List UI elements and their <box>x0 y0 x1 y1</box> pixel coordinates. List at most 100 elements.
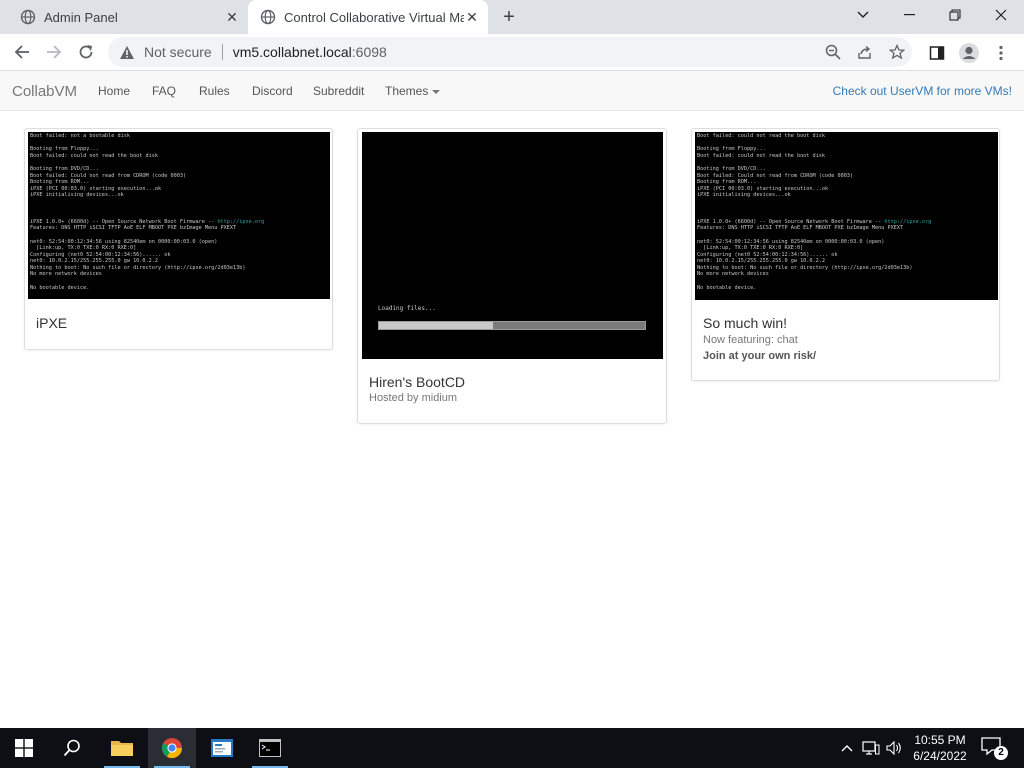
terminal-line: iPXE (PCI 00:03.0) starting execution...… <box>30 185 162 192</box>
close-icon[interactable]: ✕ <box>224 9 240 25</box>
taskbar-app-window[interactable] <box>198 728 246 768</box>
share-icon[interactable] <box>856 43 874 61</box>
vm-screen-thumbnail[interactable]: Loading files... <box>362 132 663 359</box>
clock-time: 10:55 PM <box>914 733 966 747</box>
nav-link-faq[interactable]: FAQ <box>152 84 176 98</box>
nav-link-discord[interactable]: Discord <box>252 84 293 98</box>
taskbar-clock[interactable]: 10:55 PM 6/24/2022 <box>906 732 974 764</box>
minimize-icon <box>903 14 915 16</box>
chevron-down-icon <box>857 11 869 18</box>
vm-card-so-much-win[interactable]: Boot failed: could not read the boot dis… <box>691 128 1000 381</box>
terminal-line: Features: DNS HTTP iSCSI TFTP AoE ELF MB… <box>30 225 237 232</box>
terminal-line: net0: 10.0.2.15/255.255.255.0 gw 10.0.2.… <box>697 258 826 265</box>
terminal-line: No bootable device. <box>697 284 757 291</box>
window-close-button[interactable] <box>978 0 1024 30</box>
vm-name: iPXE <box>36 315 68 331</box>
terminal-line: iPXE initialising devices...ok <box>30 192 124 199</box>
terminal-line: iPXE 1.0.0+ (6600d) -- Open Source Netwo… <box>30 218 265 225</box>
arrow-left-icon <box>14 45 29 59</box>
taskbar-command-prompt[interactable] <box>246 728 294 768</box>
nav-link-subreddit[interactable]: Subreddit <box>313 84 364 98</box>
nav-link-home[interactable]: Home <box>98 84 130 98</box>
reload-button[interactable] <box>72 38 100 66</box>
tab-title: Admin Panel <box>44 9 118 25</box>
star-icon[interactable] <box>888 43 906 61</box>
vm-screen-thumbnail[interactable]: Boot failed: not a bootable disk Booting … <box>28 132 330 299</box>
terminal-line: iPXE (PCI 00:03.0) starting execution...… <box>697 185 829 192</box>
tab-search-button[interactable] <box>840 0 886 30</box>
site-navbar: CollabVM Home FAQ Rules Discord Subreddi… <box>0 71 1024 111</box>
restore-button[interactable] <box>932 0 978 30</box>
terminal-line: iPXE initialising devices...ok <box>697 192 791 199</box>
vm-warning-text: Join at your own risk/ <box>703 350 817 362</box>
minimize-button[interactable] <box>886 0 932 30</box>
restore-icon <box>949 9 961 21</box>
vm-screen-thumbnail[interactable]: Boot failed: could not read the boot dis… <box>695 132 998 300</box>
brand-link[interactable]: CollabVM <box>12 83 77 100</box>
security-label: Not secure <box>144 44 212 60</box>
tab-admin-panel[interactable]: Admin Panel ✕ <box>0 0 248 34</box>
reload-icon <box>79 45 93 59</box>
nav-themes-dropdown[interactable]: Themes <box>385 84 441 98</box>
tab-collabvm[interactable]: Control Collaborative Virtual Ma ✕ <box>248 0 488 34</box>
more-menu-icon[interactable] <box>990 42 1012 64</box>
vm-card-ipxe[interactable]: Boot failed: not a bootable disk Booting … <box>24 128 333 350</box>
terminal-line: Boot failed: Could not read from CDROM (… <box>697 172 854 179</box>
terminal-line: [Link:up, TX:0 TXE:0 RX:0 RXE:0] <box>30 245 137 252</box>
terminal-line: Boot failed: not a bootable disk <box>30 133 130 139</box>
clock-date: 6/24/2022 <box>913 749 967 763</box>
network-icon <box>862 741 880 755</box>
close-icon[interactable]: ✕ <box>464 9 480 25</box>
terminal-line: Booting from DVD/CD... <box>30 165 99 172</box>
taskbar-chrome[interactable] <box>148 728 196 768</box>
new-tab-button[interactable]: + <box>498 6 520 28</box>
side-panel-icon[interactable] <box>926 42 948 64</box>
back-button[interactable] <box>8 38 36 66</box>
arrow-right-icon <box>47 45 62 59</box>
network-status-button[interactable] <box>860 728 882 768</box>
url-host: vm5.collabnet.local <box>232 44 352 60</box>
vm-name: Hiren's BootCD <box>369 374 466 390</box>
browser-toolbar: Not secure vm5.collabnet.local :6098 <box>0 34 1024 71</box>
vm-description: Now featuring: chat <box>703 334 798 346</box>
vm-card-hirens-bootcd[interactable]: Loading files... Hiren's BootCD Hosted b… <box>357 128 667 424</box>
nav-link-rules[interactable]: Rules <box>199 84 230 98</box>
warning-icon[interactable] <box>118 43 136 61</box>
start-button[interactable] <box>0 728 48 768</box>
search-button[interactable] <box>48 728 96 768</box>
profile-avatar-icon[interactable] <box>958 42 980 64</box>
terminal-icon <box>259 739 281 757</box>
terminal-line: Booting from DVD/CD... <box>697 165 766 172</box>
terminal-line: No bootable device. <box>30 284 90 291</box>
terminal-line: [Link:up, TX:0 TXE:0 RX:0 RXE:0] <box>697 245 804 252</box>
zoom-icon[interactable] <box>824 43 842 61</box>
globe-icon <box>260 9 276 25</box>
themes-label: Themes <box>385 84 429 98</box>
terminal-line: No more network devices <box>697 271 769 278</box>
windows-logo-icon <box>15 739 33 757</box>
terminal-output: Boot failed: not a bootable disk Booting … <box>30 133 264 291</box>
action-center-button[interactable]: 2 <box>980 736 1008 760</box>
terminal-line: Configuring (net0 52:54:00:12:34:56)....… <box>30 251 171 258</box>
app-window-icon <box>211 739 233 757</box>
volume-button[interactable] <box>884 728 906 768</box>
taskbar-file-explorer[interactable] <box>98 728 146 768</box>
loading-text: Loading files... <box>378 305 436 312</box>
caret-down-icon <box>432 89 441 94</box>
terminal-line: Booting from Floppy... <box>30 146 99 153</box>
chevron-up-icon <box>841 745 853 752</box>
address-bar[interactable]: Not secure vm5.collabnet.local :6098 <box>108 37 912 67</box>
show-hidden-icons-button[interactable] <box>836 728 858 768</box>
uservm-link[interactable]: Check out UserVM for more VMs! <box>833 84 1012 98</box>
terminal-line: net0: 52:54:00:12:34:56 using 82540em on… <box>697 238 885 245</box>
forward-button[interactable] <box>40 38 68 66</box>
